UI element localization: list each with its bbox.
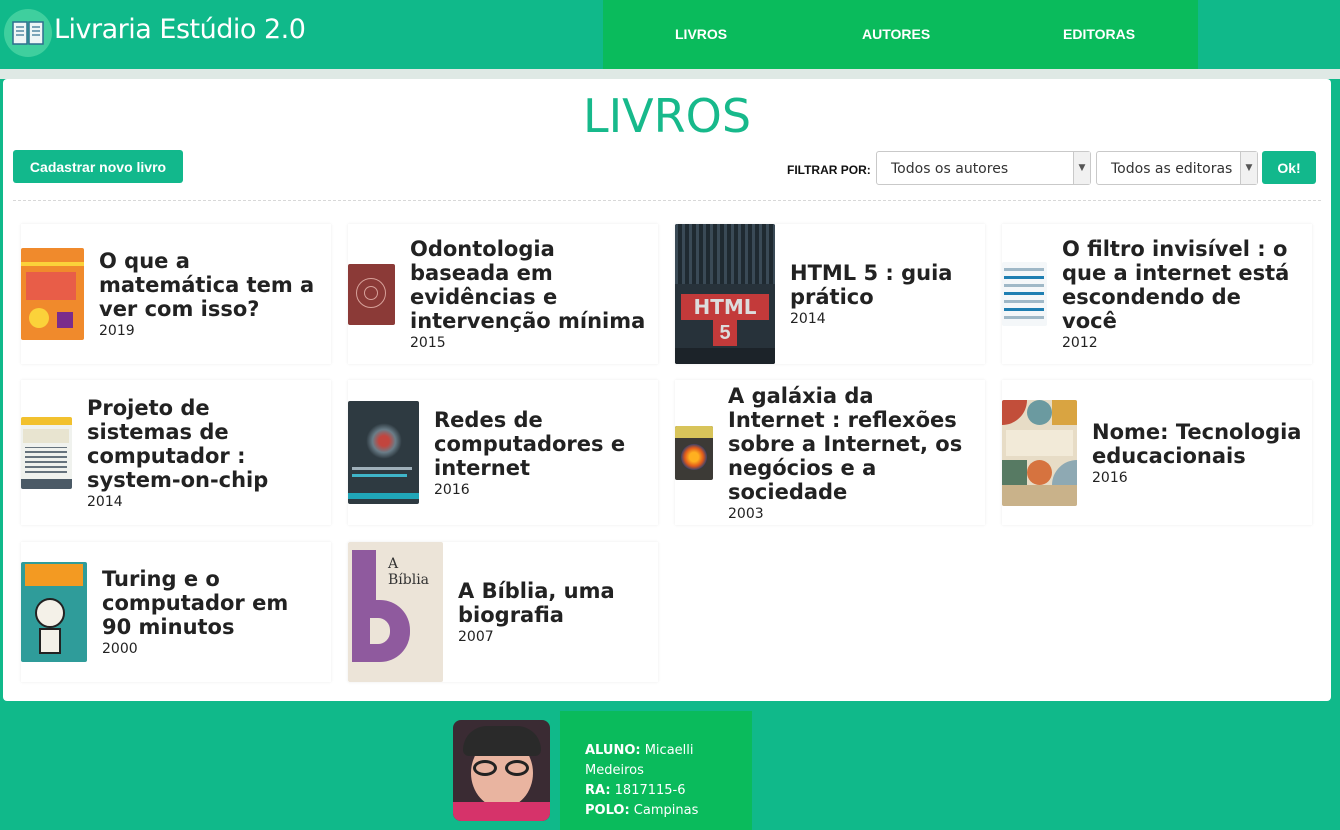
book-card[interactable]: Turing e o computador em 90 minutos 2000 [21,542,331,682]
book-year: 2019 [99,323,135,339]
book-card[interactable]: HTML 5 HTML 5 : guia prático 2014 [675,224,985,364]
student-ra: 1817115-6 [614,783,686,798]
chevron-down-icon: ▼ [1073,152,1090,184]
student-name-label: ALUNO: [585,743,641,758]
student-polo-line: POLO: Campinas [585,801,752,821]
book-year: 2000 [102,641,138,657]
avatar [453,720,550,821]
student-name-line: ALUNO: Micaelli Medeiros [585,741,752,781]
nav-item-autores[interactable]: AUTORES [862,26,930,42]
student-polo: Campinas [633,803,699,818]
divider [13,200,1321,201]
open-book-icon [12,21,44,45]
book-card[interactable]: Nome: Tecnologia educacionais 2016 [1002,380,1312,525]
header: Livraria Estúdio 2.0 LIVROS AUTORES EDIT… [0,0,1340,69]
header-divider [0,69,1340,79]
books-panel: LIVROS Cadastrar novo livro FILTRAR POR:… [3,79,1331,701]
book-title: Redes de computadores e internet [434,407,626,480]
book-title: Projeto de sistemas de computador : syst… [87,395,269,492]
book-cover [21,248,84,340]
filter-ok-button[interactable]: Ok! [1262,151,1316,184]
book-year: 2007 [458,629,494,645]
book-year: 2014 [87,493,123,510]
book-year: 2016 [434,481,470,498]
publisher-select-value: Todos as editoras [1111,161,1233,177]
book-card[interactable]: A galáxia da Internet : reflexões sobre … [675,380,985,525]
book-card[interactable]: Projeto de sistemas de computador : syst… [21,380,331,525]
book-cover [21,562,87,662]
book-cover [1002,399,1077,506]
student-ra-line: RA: 1817115-6 [585,781,752,801]
author-select-value: Todos os autores [891,161,1009,177]
book-card[interactable]: A Bíblia A Bíblia, uma biografia 2007 [348,542,658,682]
book-year: 2016 [1092,469,1128,486]
book-title: Odontologia baseada em evidências e inte… [410,237,646,333]
book-title: Turing e o computador em 90 minutos [102,567,289,639]
logo[interactable] [4,9,52,57]
brand-title[interactable]: Livraria Estúdio 2.0 [54,14,306,45]
book-cover [21,416,72,489]
student-polo-label: POLO: [585,803,630,818]
book-title: O filtro invisível : o que a internet es… [1062,237,1290,333]
book-title: A Bíblia, uma biografia [458,579,615,627]
book-year: 2012 [1062,335,1098,351]
filter-label: FILTRAR POR: [787,163,871,177]
book-title: Nome: Tecnologia educacionais [1092,419,1302,468]
book-cover: HTML 5 [675,224,775,364]
book-year: 2014 [790,311,826,327]
nav-item-livros[interactable]: LIVROS [675,26,727,42]
student-info: ALUNO: Micaelli Medeiros RA: 1817115-6 P… [560,711,752,830]
book-title: HTML 5 : guia prático [790,261,953,309]
publisher-select[interactable]: Todos as editoras ▼ [1096,151,1258,185]
book-title: A galáxia da Internet : reflexões sobre … [728,383,963,504]
book-card[interactable]: Odontologia baseada em evidências e inte… [348,224,658,364]
book-cover [348,401,419,504]
book-cover [675,425,713,480]
book-cover [1002,262,1047,326]
chevron-down-icon: ▼ [1240,152,1257,184]
main-nav: LIVROS AUTORES EDITORAS [603,0,1198,69]
book-card[interactable]: O filtro invisível : o que a internet es… [1002,224,1312,364]
book-year: 2003 [728,505,764,522]
student-ra-label: RA: [585,783,611,798]
page-title: LIVROS [582,89,752,143]
book-card[interactable]: Redes de computadores e internet 2016 [348,380,658,525]
book-cover [348,263,395,325]
nav-item-editoras[interactable]: EDITORAS [1063,26,1135,42]
author-select[interactable]: Todos os autores ▼ [876,151,1091,185]
book-cover: A Bíblia [348,542,443,682]
add-book-button[interactable]: Cadastrar novo livro [13,150,183,183]
book-title: O que a matemática tem a ver com isso? [99,249,315,321]
book-year: 2015 [410,335,446,351]
book-card[interactable]: O que a matemática tem a ver com isso? 2… [21,224,331,364]
